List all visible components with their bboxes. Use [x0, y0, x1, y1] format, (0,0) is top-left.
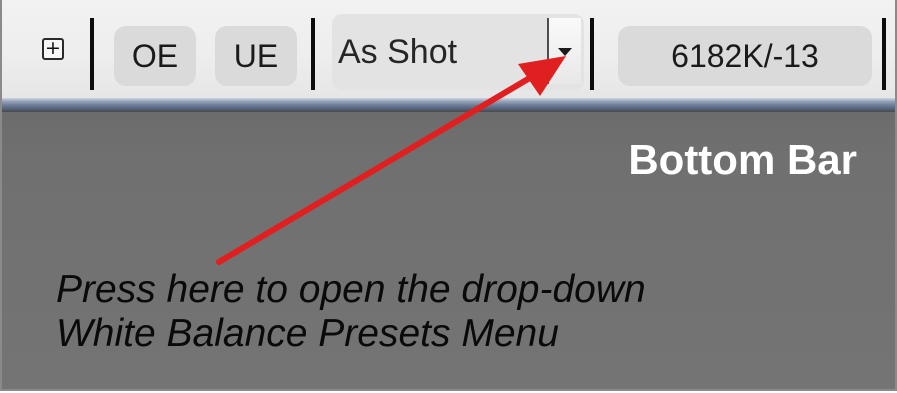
toolbar-separator: [311, 18, 315, 90]
callout-text: Press here to open the drop-down White B…: [56, 268, 646, 356]
toolbar-bottom-edge: [2, 98, 895, 112]
temperature-tint-field[interactable]: 6182K/-13: [618, 26, 872, 86]
white-balance-preset-select[interactable]: As Shot: [332, 14, 584, 90]
toolbar-separator: [90, 18, 94, 90]
underexposure-button[interactable]: UE: [215, 26, 297, 86]
callout-line-2: White Balance Presets Menu: [56, 312, 559, 355]
bottom-toolbar: + OE UE As Shot 6182K/-13: [2, 0, 895, 98]
triangle-down-icon: [558, 48, 572, 56]
toolbar-separator: [590, 18, 594, 90]
overexposure-button[interactable]: OE: [114, 26, 196, 86]
white-balance-preset-value: As Shot: [338, 33, 458, 71]
white-balance-dropdown-button[interactable]: [547, 18, 581, 84]
bottom-bar-label: Bottom Bar: [628, 136, 857, 183]
toolbar-separator: [882, 18, 886, 90]
bottom-bar-panel: + OE UE As Shot 6182K/-13 Bottom Bar Pre…: [0, 0, 897, 391]
plus-box-icon: +: [45, 37, 61, 59]
callout-line-1: Press here to open the drop-down: [56, 268, 646, 311]
zoom-in-button[interactable]: +: [42, 38, 64, 60]
